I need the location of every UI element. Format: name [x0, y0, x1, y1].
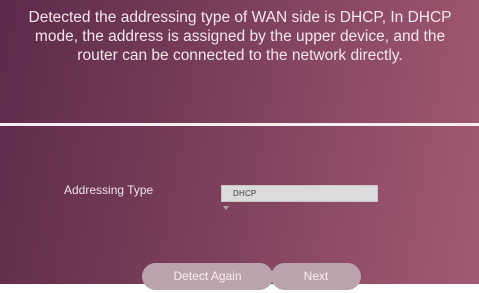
wan-detection-message: Detected the addressing type of WAN side… [28, 9, 452, 64]
section-divider [0, 123, 479, 126]
detect-again-button[interactable]: Detect Again [142, 263, 273, 290]
addressing-type-select[interactable]: DHCP [221, 185, 378, 202]
wan-setup-panel: Detected the addressing type of WAN side… [0, 0, 479, 290]
chevron-down-icon[interactable] [223, 206, 229, 210]
addressing-type-value: DHCP [233, 189, 257, 198]
info-section: Detected the addressing type of WAN side… [0, 0, 479, 122]
next-button[interactable]: Next [271, 263, 361, 290]
addressing-type-label: Addressing Type [64, 183, 154, 197]
